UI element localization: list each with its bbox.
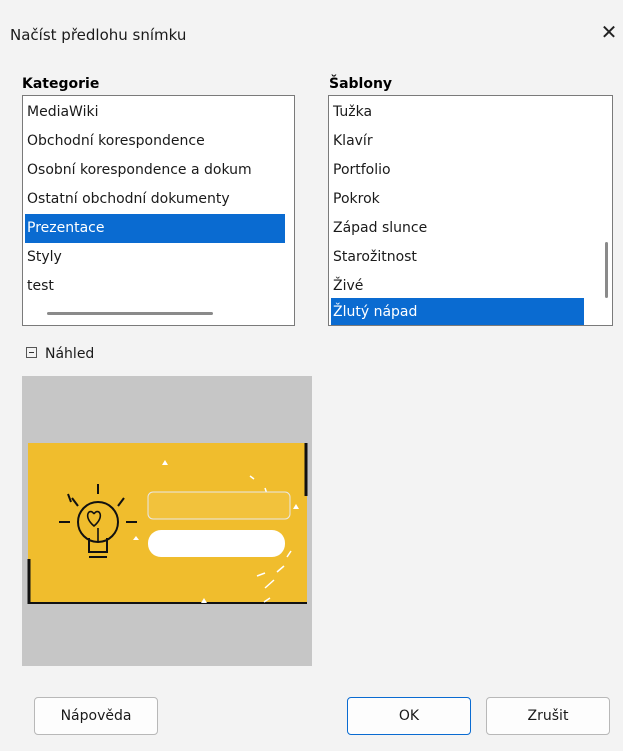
- category-item-selected[interactable]: Prezentace: [25, 214, 285, 243]
- template-item[interactable]: Starožitnost: [331, 243, 588, 272]
- category-item[interactable]: Styly: [25, 243, 290, 272]
- templates-listbox[interactable]: Tužka Klavír Portfolio Pokrok Západ slun…: [328, 95, 613, 326]
- preview-label: Náhled: [45, 346, 95, 362]
- template-item[interactable]: Živé: [331, 272, 588, 301]
- slide-background: [28, 443, 307, 604]
- template-item[interactable]: Portfolio: [331, 156, 588, 185]
- templates-label: Šablony: [329, 76, 393, 92]
- templates-vertical-scrollbar[interactable]: [605, 242, 608, 298]
- template-item[interactable]: Tužka: [331, 98, 588, 127]
- category-item[interactable]: MediaWiki: [25, 98, 290, 127]
- category-item[interactable]: test: [25, 272, 290, 301]
- template-item[interactable]: Klavír: [331, 127, 588, 156]
- subtitle-placeholder: [148, 530, 285, 557]
- category-item[interactable]: Obchodní korespondence: [25, 127, 290, 156]
- category-item[interactable]: Ostatní obchodní dokumenty: [25, 185, 290, 214]
- categories-listbox[interactable]: MediaWiki Obchodní korespondence Osobní …: [22, 95, 295, 326]
- categories-label: Kategorie: [22, 76, 100, 92]
- load-slide-master-dialog: Načíst předlohu snímku ✕ Kategorie Media…: [0, 0, 623, 751]
- template-item[interactable]: Pokrok: [331, 185, 588, 214]
- title-placeholder: [147, 491, 291, 520]
- categories-horizontal-scrollbar[interactable]: [47, 312, 213, 315]
- close-icon[interactable]: ✕: [598, 20, 620, 44]
- help-button[interactable]: Nápověda: [34, 697, 158, 735]
- dialog-title: Načíst předlohu snímku: [10, 26, 187, 44]
- template-item-selected[interactable]: Žlutý nápad: [331, 298, 584, 325]
- cancel-button[interactable]: Zrušit: [486, 697, 610, 735]
- collapse-icon[interactable]: [26, 346, 37, 358]
- template-preview: [22, 376, 312, 666]
- category-item[interactable]: Osobní korespondence a dokum: [25, 156, 290, 185]
- template-item[interactable]: Západ slunce: [331, 214, 588, 243]
- title-bar: Načíst předlohu snímku ✕: [0, 0, 623, 64]
- preview-toggle[interactable]: Náhled: [26, 346, 94, 362]
- slide-thumbnail: [27, 443, 308, 604]
- ok-button[interactable]: OK: [347, 697, 471, 735]
